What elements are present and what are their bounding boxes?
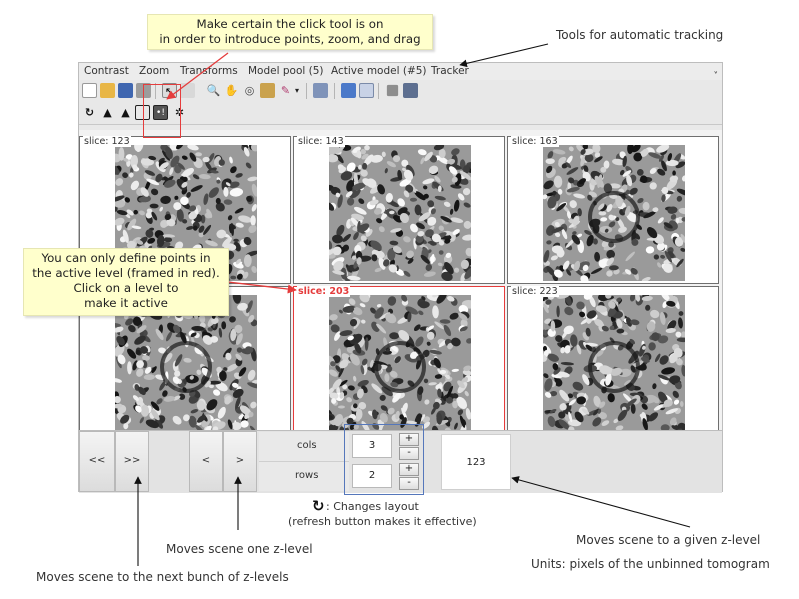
tracking-arrow (459, 43, 549, 68)
refresh-note: (refresh button makes it effective) (288, 515, 477, 528)
bunch-zlevels-note: Moves scene to the next bunch of z-level… (36, 570, 289, 584)
tracking-note: Tools for automatic tracking (556, 28, 724, 42)
active-level-callout: You can only define points in the active… (23, 248, 229, 316)
click-tool-callout: Make certain the click tool is on in ord… (147, 14, 433, 50)
click-tool-arrow (166, 52, 229, 100)
zlevel-arrow (511, 476, 691, 528)
units-note: Units: pixels of the unbinned tomogram (531, 557, 770, 571)
refresh-icon: ↻ (312, 497, 325, 515)
given-zlevel-note: Moves scene to a given z-level (576, 533, 761, 547)
active-level-arrow (227, 281, 297, 294)
one-zlevel-note: Moves scene one z-level (166, 542, 313, 556)
changes-layout-note: : Changes layout (326, 500, 419, 513)
